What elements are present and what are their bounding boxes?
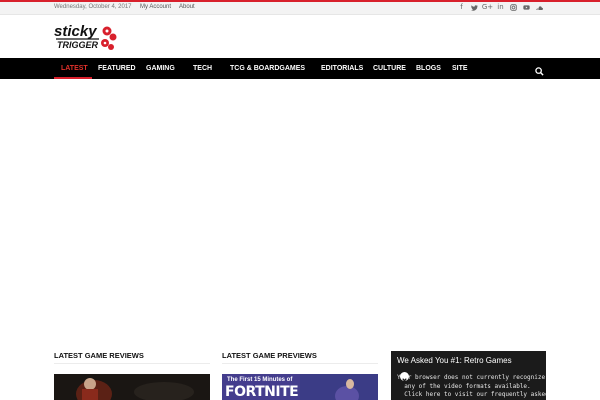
preview-thumbnail[interactable]: The First 15 Minutes of FORTNITE <box>222 374 378 400</box>
svg-text:TRIGGER: TRIGGER <box>57 40 99 50</box>
video-widget[interactable]: We Asked You #1: Retro Games Your browse… <box>391 351 546 400</box>
svg-text:sticky: sticky <box>54 23 97 40</box>
my-account-link[interactable]: My Account <box>140 4 171 10</box>
reviews-section-title: LATEST GAME REVIEWS <box>54 351 144 360</box>
previews-section-title: LATEST GAME PREVIEWS <box>222 351 317 360</box>
previews-divider <box>222 363 378 364</box>
nav-item-featured[interactable]: FEATURED <box>98 58 136 79</box>
site-logo[interactable]: sticky TRIGGER <box>53 22 117 52</box>
close-icon[interactable] <box>400 372 409 383</box>
top-links: My Account About <box>140 4 195 10</box>
reviews-divider <box>54 363 210 364</box>
nav-item-culture[interactable]: CULTURE <box>373 58 406 79</box>
youtube-icon[interactable] <box>523 3 530 12</box>
social-links: f G+ in <box>458 3 543 12</box>
nav-item-latest[interactable]: LATEST <box>61 58 88 79</box>
google-plus-icon[interactable]: G+ <box>482 3 493 12</box>
video-unsupported-message: Your browser does not currently recogniz… <box>397 374 546 398</box>
video-title: We Asked You #1: Retro Games <box>397 356 512 365</box>
nav-item-gaming[interactable]: GAMING <box>146 58 175 79</box>
nav-item-tcg-boardgames[interactable]: TCG & BOARDGAMES <box>230 58 305 79</box>
twitter-icon[interactable] <box>471 3 478 12</box>
main-navigation: LATEST FEATURED GAMING TECH TCG & BOARDG… <box>0 58 600 79</box>
soundcloud-icon[interactable] <box>536 3 543 12</box>
linkedin-icon[interactable]: in <box>497 3 504 12</box>
preview-thumbnail-caption: The First 15 Minutes of <box>227 377 293 383</box>
nav-item-tech[interactable]: TECH <box>193 58 212 79</box>
preview-thumbnail-title: FORTNITE <box>225 384 299 400</box>
facebook-icon[interactable]: f <box>458 3 465 12</box>
nav-item-blogs[interactable]: BLOGS <box>416 58 441 79</box>
current-date: Wednesday, October 4, 2017 <box>54 4 132 10</box>
nav-active-indicator <box>54 77 92 79</box>
instagram-icon[interactable] <box>510 3 517 12</box>
search-icon[interactable] <box>535 63 544 76</box>
about-link[interactable]: About <box>179 4 195 10</box>
nav-item-site[interactable]: SITE <box>452 58 468 79</box>
review-thumbnail[interactable] <box>54 374 210 400</box>
nav-item-editorials[interactable]: EDITORIALS <box>321 58 363 79</box>
top-bar: Wednesday, October 4, 2017 My Account Ab… <box>0 2 600 15</box>
